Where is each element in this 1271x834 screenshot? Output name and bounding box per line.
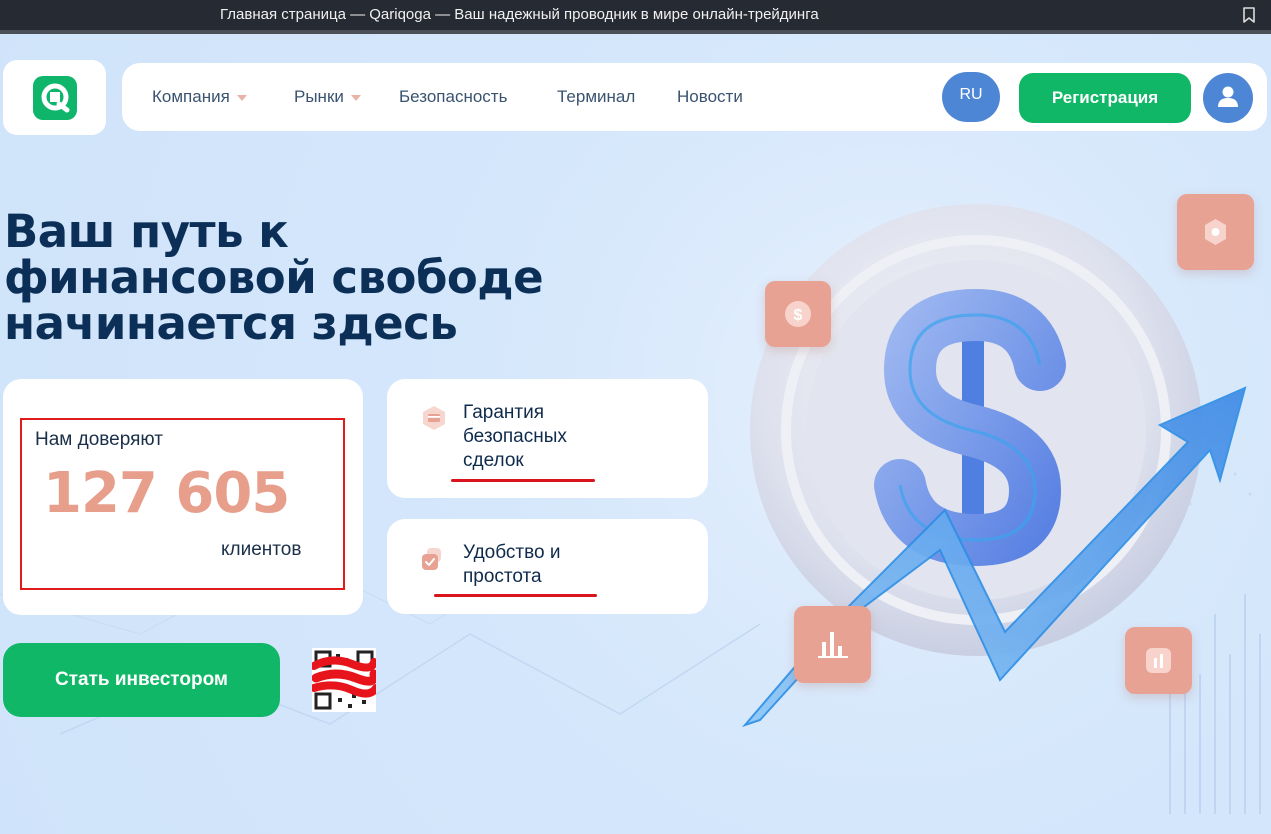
- become-investor-button[interactable]: Стать инвестором: [3, 643, 280, 717]
- chevron-down-icon: [236, 94, 247, 101]
- nav-item-label: Компания: [152, 87, 230, 106]
- language-switcher[interactable]: RU: [942, 72, 1000, 122]
- chevron-down-icon: [350, 94, 361, 101]
- dollar-sign-graphic: [874, 288, 1066, 567]
- feature-text: Удобство и простота: [463, 541, 560, 589]
- nav-item-terminal[interactable]: Терминал: [557, 63, 635, 131]
- nav-item-company[interactable]: Компания: [152, 63, 248, 131]
- browser-titlebar: Главная страница — Qariqoga — Ваш надежн…: [0, 0, 1271, 30]
- feature-card-convenience: Удобство и простота: [387, 519, 708, 614]
- clients-count: 127 605: [43, 461, 290, 526]
- stats-tile: [1125, 627, 1192, 694]
- feature-line: безопасных: [463, 426, 567, 447]
- hexagon-icon: [1205, 219, 1226, 245]
- dollar-icon: $: [785, 301, 811, 327]
- logo-container[interactable]: [3, 60, 106, 135]
- hero-heading-line: начинается здесь: [4, 297, 458, 350]
- nav-item-label: Терминал: [557, 87, 636, 106]
- clients-suffix: клиентов: [221, 539, 302, 560]
- nav-item-markets[interactable]: Рынки: [294, 63, 362, 131]
- hero-heading-line: Ваш путь к: [4, 205, 289, 258]
- hero-illustration: $: [740, 180, 1271, 740]
- nav-item-label: Рынки: [294, 87, 344, 106]
- feature-line: простота: [463, 566, 542, 587]
- svg-text:$: $: [794, 307, 803, 324]
- user-icon: [1218, 86, 1238, 107]
- clients-counter-card: Нам доверяют 127 605 клиентов: [3, 379, 363, 615]
- highlight-underline: [451, 479, 595, 482]
- bookmark-icon[interactable]: [1241, 7, 1257, 23]
- highlight-underline: [434, 594, 597, 597]
- bar-chart-tile: [794, 606, 871, 683]
- check-icon: [422, 548, 441, 570]
- user-account-button[interactable]: [1203, 73, 1253, 123]
- feature-line: Удобство и: [463, 542, 561, 563]
- nav-item-label: Безопасность: [399, 87, 508, 106]
- top-navigation: Компания Рынки Безопасность Терминал Нов…: [122, 63, 1267, 131]
- clients-label: Нам доверяют: [35, 429, 163, 450]
- hero-heading: Ваш путь к финансовой свободе начинается…: [4, 209, 704, 347]
- hero-heading-line: финансовой свободе: [4, 251, 544, 304]
- brand-logo: [33, 76, 77, 120]
- nav-item-news[interactable]: Новости: [677, 63, 743, 131]
- card-icon: [423, 406, 445, 430]
- hexagon-tile: [1177, 194, 1254, 270]
- feature-card-safe-deals: Гарантия безопасных сделок: [387, 379, 708, 498]
- bar-chart-icon: [818, 632, 848, 658]
- feature-line: сделок: [463, 450, 524, 471]
- qr-code: [310, 648, 380, 712]
- dollar-tile: $: [765, 281, 831, 347]
- nav-item-security[interactable]: Безопасность: [399, 63, 507, 131]
- nav-item-label: Новости: [677, 87, 743, 106]
- register-button[interactable]: Регистрация: [1019, 73, 1191, 123]
- stats-icon: [1146, 648, 1171, 673]
- window-title: Главная страница — Qariqoga — Ваш надежн…: [220, 6, 819, 23]
- feature-line: Гарантия: [463, 402, 545, 423]
- feature-text: Гарантия безопасных сделок: [463, 401, 567, 473]
